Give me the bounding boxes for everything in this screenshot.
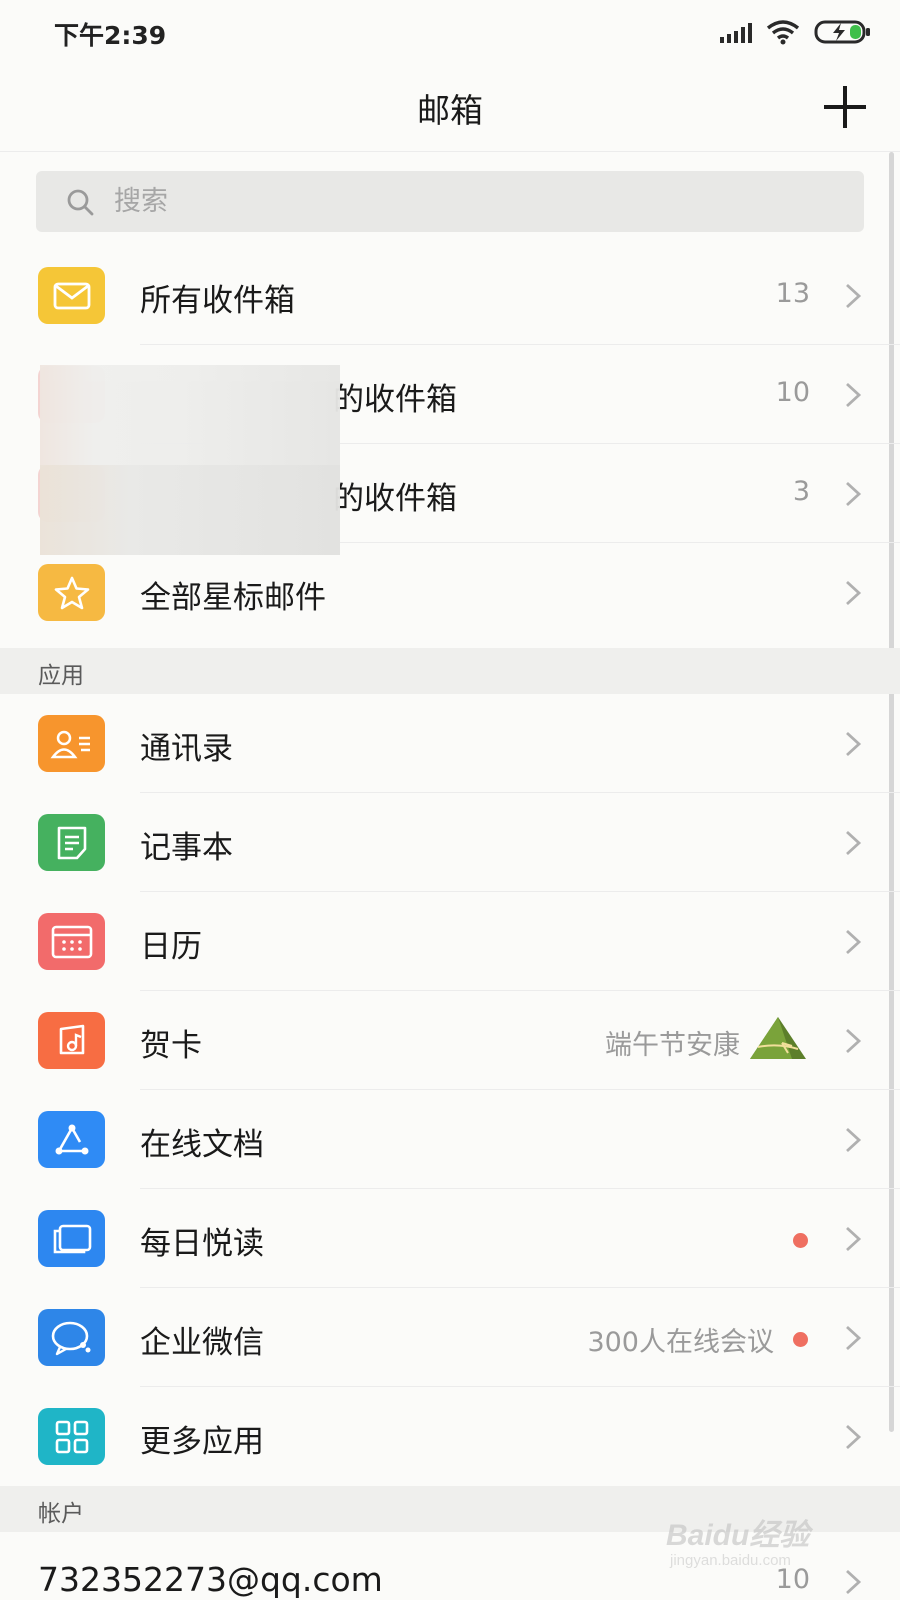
search-input[interactable] [114, 181, 814, 221]
notification-dot [793, 1332, 808, 1347]
greeting-card-subtitle: 端午节安康 [605, 1030, 740, 1061]
battery-charging-icon [814, 20, 870, 44]
unread-count: 10 [775, 377, 810, 408]
mailbox-item-all-inbox[interactable]: 所有收件箱 13 [0, 246, 900, 345]
app-item-wework[interactable]: 企业微信 300人在线会议 [0, 1288, 900, 1387]
search-box[interactable] [36, 171, 864, 232]
chevron-right-icon [846, 481, 862, 507]
unread-count: 13 [775, 278, 810, 309]
app-item-daily-reading[interactable]: 每日悦读 [0, 1189, 900, 1288]
chevron-right-icon [846, 1127, 862, 1153]
greeting-card-icon [38, 1012, 105, 1069]
app-item-notepad[interactable]: 记事本 [0, 793, 900, 892]
wework-icon [38, 1309, 105, 1366]
app-item-calendar[interactable]: 日历 [0, 892, 900, 991]
chevron-right-icon [846, 1325, 862, 1351]
chevron-right-icon [846, 929, 862, 955]
section-title: 应用 [38, 663, 84, 689]
envelope-icon [38, 267, 105, 324]
more-apps-icon [38, 1408, 105, 1465]
app-label: 通讯录 [140, 731, 233, 767]
watermark-url: jingyan.baidu.com [670, 1552, 791, 1569]
app-item-more-apps[interactable]: 更多应用 [0, 1387, 900, 1486]
mailbox-label: 的收件箱 [333, 481, 457, 517]
section-title: 帐户 [38, 1501, 84, 1527]
baidu-jingyan-watermark: Baidu经验 jingyan.baidu.com [666, 1510, 836, 1580]
search-icon [67, 189, 94, 216]
app-item-contacts[interactable]: 通讯录 [0, 694, 900, 793]
notepad-icon [38, 814, 105, 871]
section-header-apps: 应用 [0, 648, 900, 694]
app-label: 贺卡 [140, 1028, 202, 1064]
app-label: 更多应用 [140, 1424, 264, 1460]
signal-icon [720, 21, 752, 43]
app-label: 日历 [140, 929, 202, 965]
daily-reading-icon [38, 1210, 105, 1267]
chevron-right-icon [846, 1028, 862, 1054]
unread-count: 3 [792, 476, 810, 507]
chevron-right-icon [846, 1424, 862, 1450]
account-email: 732352273@qq.com [38, 1560, 383, 1599]
online-doc-icon [38, 1111, 105, 1168]
page-title: 邮箱 [417, 91, 483, 130]
wework-subtitle: 300人在线会议 [587, 1327, 774, 1358]
navigation-bar: 邮箱 [0, 62, 900, 152]
chevron-right-icon [846, 1226, 862, 1252]
add-icon[interactable] [824, 86, 866, 128]
chevron-right-icon [846, 731, 862, 757]
notification-dot [793, 1233, 808, 1248]
app-label: 每日悦读 [140, 1226, 264, 1262]
redacted-blur [40, 365, 340, 555]
mailbox-label: 所有收件箱 [140, 283, 295, 319]
wifi-icon [766, 20, 800, 45]
watermark-brand: Baidu经验 [666, 1519, 810, 1552]
chevron-right-icon [846, 382, 862, 408]
mailbox-label: 全部星标邮件 [140, 580, 326, 616]
status-time: 下午2:39 [54, 21, 167, 50]
chevron-right-icon [846, 580, 862, 606]
app-item-greeting-card[interactable]: 贺卡 端午节安康 [0, 991, 900, 1090]
chevron-right-icon [846, 283, 862, 309]
contacts-icon [38, 715, 105, 772]
mailbox-label: 的收件箱 [333, 382, 457, 418]
chevron-right-icon [846, 1569, 862, 1595]
status-icons [720, 18, 872, 46]
status-bar: 下午2:39 [0, 0, 900, 62]
app-label: 记事本 [140, 830, 233, 866]
zongzi-icon [750, 1017, 806, 1059]
chevron-right-icon [846, 830, 862, 856]
app-label: 企业微信 [140, 1325, 264, 1361]
calendar-icon [38, 913, 105, 970]
mailbox-item-starred[interactable]: 全部星标邮件 [0, 543, 900, 642]
app-label: 在线文档 [140, 1127, 264, 1163]
app-item-online-doc[interactable]: 在线文档 [0, 1090, 900, 1189]
star-icon [38, 564, 105, 621]
